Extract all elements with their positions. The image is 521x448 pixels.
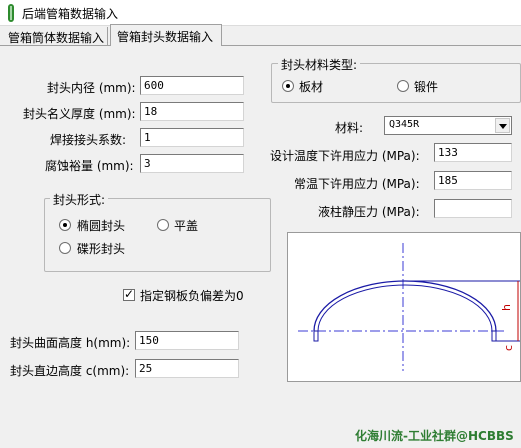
head-outer-contour [313, 280, 497, 332]
head-inner-contour [317, 284, 493, 332]
head-form-group [44, 198, 271, 272]
elliptical-head-label: 椭圆封头 [77, 219, 126, 233]
title-bar: 后端管箱数据输入 [0, 0, 521, 26]
radio-elliptical-head[interactable] [59, 219, 71, 231]
head-diagram: h c [287, 232, 521, 382]
allowable-stress-room-temp-label: 常温下许用应力 (MPa): [294, 177, 420, 191]
radio-flat-cover[interactable] [157, 219, 169, 231]
material-label: 材料: [335, 121, 364, 135]
head-curved-height-input[interactable]: 150 [135, 331, 239, 350]
forging-material-label: 锻件 [414, 80, 439, 94]
liquid-column-pressure-input[interactable] [434, 199, 512, 218]
skirt-right [491, 330, 497, 342]
tab-head-data[interactable]: 管箱封头数据输入 [110, 24, 222, 46]
allowable-stress-room-temp-input[interactable]: 185 [434, 171, 512, 190]
flat-cover-label: 平盖 [174, 219, 199, 233]
head-straight-height-input[interactable]: 25 [135, 359, 239, 378]
weld-joint-coefficient-label: 焊接接头系数: [50, 133, 127, 147]
radio-dished-head[interactable] [59, 242, 71, 254]
tab-shell-data[interactable]: 管箱筒体数据输入 [2, 27, 108, 46]
head-form-legend: 封头形式: [50, 191, 109, 208]
dimension-c-label: c [502, 345, 515, 351]
dimension-h-label: h [500, 304, 513, 311]
head-curved-height-label: 封头曲面高度 h(mm): [10, 336, 131, 350]
head-inner-diameter-input[interactable]: 600 [140, 76, 244, 95]
head-straight-height-label: 封头直边高度 c(mm): [10, 364, 130, 378]
dished-head-label: 碟形封头 [77, 242, 126, 256]
skirt-left [313, 330, 319, 342]
tab-divider-line [222, 45, 521, 46]
material-type-legend: 封头材料类型: [278, 56, 361, 73]
material-select[interactable]: Q345R [384, 116, 512, 135]
app-icon [8, 4, 14, 22]
watermark-text: 化海川流-工业社群@HCBBS [355, 429, 514, 443]
check-mark-icon: ✓ [124, 287, 135, 301]
window-title: 后端管箱数据输入 [22, 7, 119, 21]
plate-material-label: 板材 [299, 80, 324, 94]
radio-forging-material[interactable] [397, 80, 409, 92]
elliptical-head-drawing: h c [298, 243, 520, 371]
plate-negative-deviation-label: 指定钢板负偏差为0 [140, 289, 244, 303]
corrosion-allowance-input[interactable]: 3 [140, 154, 244, 173]
head-nominal-thickness-input[interactable]: 18 [140, 102, 244, 121]
plate-negative-deviation-checkbox[interactable]: ✓ [123, 287, 135, 301]
head-inner-diameter-label: 封头内径 (mm): [47, 81, 136, 95]
head-nominal-thickness-label: 封头名义厚度 (mm): [23, 107, 136, 121]
chevron-down-icon[interactable] [495, 118, 510, 133]
radio-plate-material[interactable] [282, 80, 294, 92]
allowable-stress-design-temp-input[interactable]: 133 [434, 143, 512, 162]
liquid-column-pressure-label: 液柱静压力 (MPa): [318, 205, 420, 219]
corrosion-allowance-label: 腐蚀裕量 (mm): [45, 159, 134, 173]
tab-divider-line [0, 45, 110, 46]
weld-joint-coefficient-input[interactable]: 1 [140, 128, 244, 147]
allowable-stress-design-temp-label: 设计温度下许用应力 (MPa): [270, 149, 420, 163]
material-select-value: Q345R [389, 119, 420, 130]
